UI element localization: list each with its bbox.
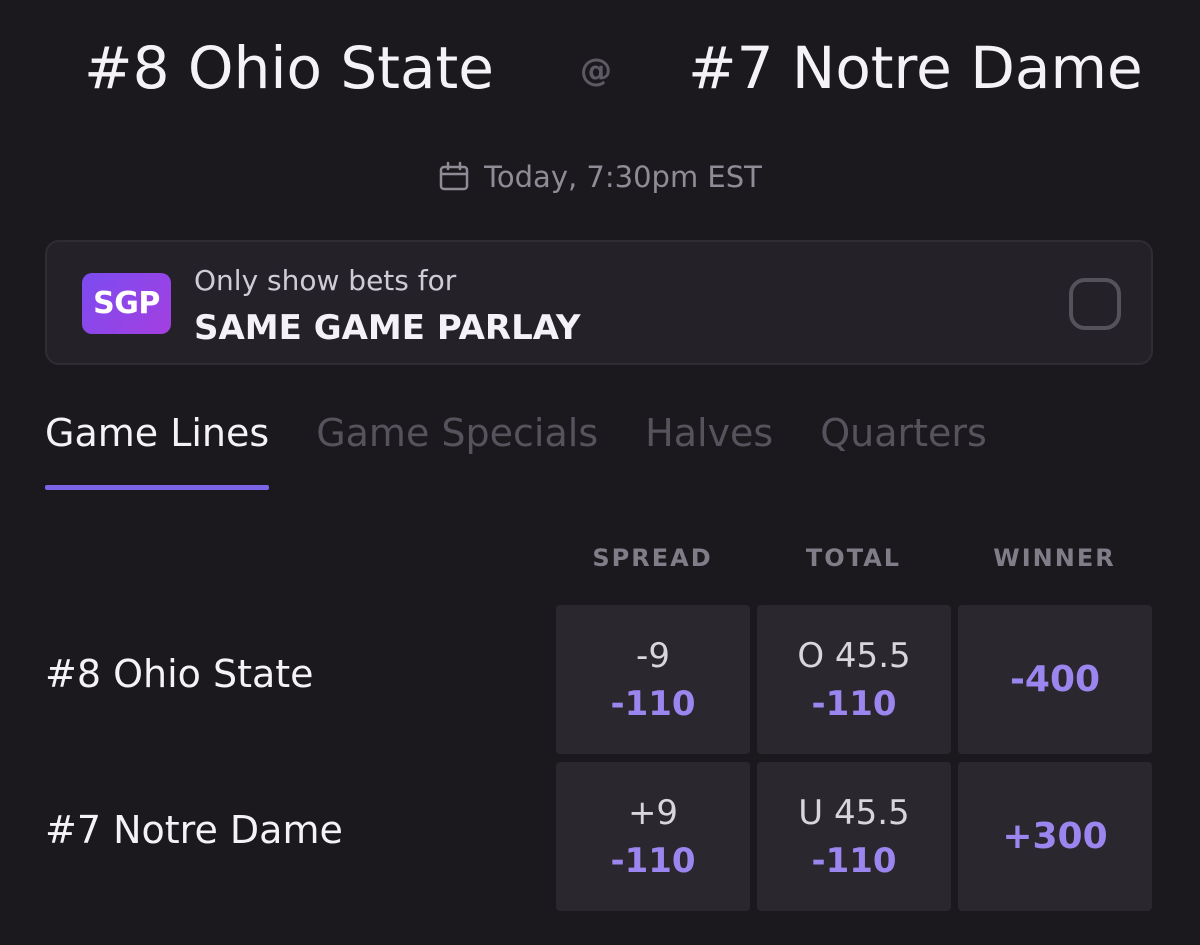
total-price: -110 [811,840,897,881]
datetime-text: Today, 7:30pm EST [484,160,762,194]
matchup-header: #8 Ohio State @ #7 Notre Dame [0,28,1200,108]
market-tabs: Game Lines Game Specials Halves Quarters [45,405,1034,495]
total-odds-button[interactable]: O 45.5 -110 [757,605,951,754]
game-datetime: Today, 7:30pm EST [0,160,1200,194]
active-tab-underline [45,485,270,490]
spread-odds-button[interactable]: +9 -110 [556,762,750,911]
sgp-filter-card[interactable]: SGP Only show bets for SAME GAME PARLAY [45,240,1153,365]
total-line: O 45.5 [797,635,911,676]
winner-price: +300 [1002,816,1108,857]
home-team-title: #7 Notre Dame [688,34,1143,102]
sgp-label-main: SAME GAME PARLAY [194,308,581,348]
tab-game-lines[interactable]: Game Lines [45,405,270,495]
sgp-badge: SGP [82,273,171,334]
spread-price: -110 [610,683,696,724]
spread-line: -9 [636,635,670,676]
tab-game-specials[interactable]: Game Specials [316,405,598,495]
column-header-total: TOTAL [805,544,902,572]
tab-label: Game Specials [316,411,599,455]
winner-odds-button[interactable]: -400 [958,605,1152,754]
winner-odds-button[interactable]: +300 [958,762,1152,911]
sgp-checkbox[interactable] [1069,278,1121,330]
spread-odds-button[interactable]: -9 -110 [556,605,750,754]
tab-label: Game Lines [45,411,270,455]
tab-quarters[interactable]: Quarters [820,405,987,495]
column-header-spread: SPREAD [592,544,713,572]
total-odds-button[interactable]: U 45.5 -110 [757,762,951,911]
tab-halves[interactable]: Halves [645,405,773,495]
calendar-icon [439,161,469,191]
at-separator: @ [580,51,612,89]
total-price: -110 [811,683,897,724]
tab-label: Quarters [820,411,987,455]
total-line: U 45.5 [798,792,910,833]
spread-line: +9 [627,792,679,833]
tab-label: Halves [645,411,774,455]
winner-price: -400 [1009,659,1101,700]
row-team-label: #8 Ohio State [45,652,314,696]
spread-price: -110 [610,840,696,881]
away-team-title: #8 Ohio State [84,34,494,102]
sgp-label-top: Only show bets for [194,264,457,297]
row-team-label: #7 Notre Dame [45,808,343,852]
column-header-winner: WINNER [993,544,1116,572]
